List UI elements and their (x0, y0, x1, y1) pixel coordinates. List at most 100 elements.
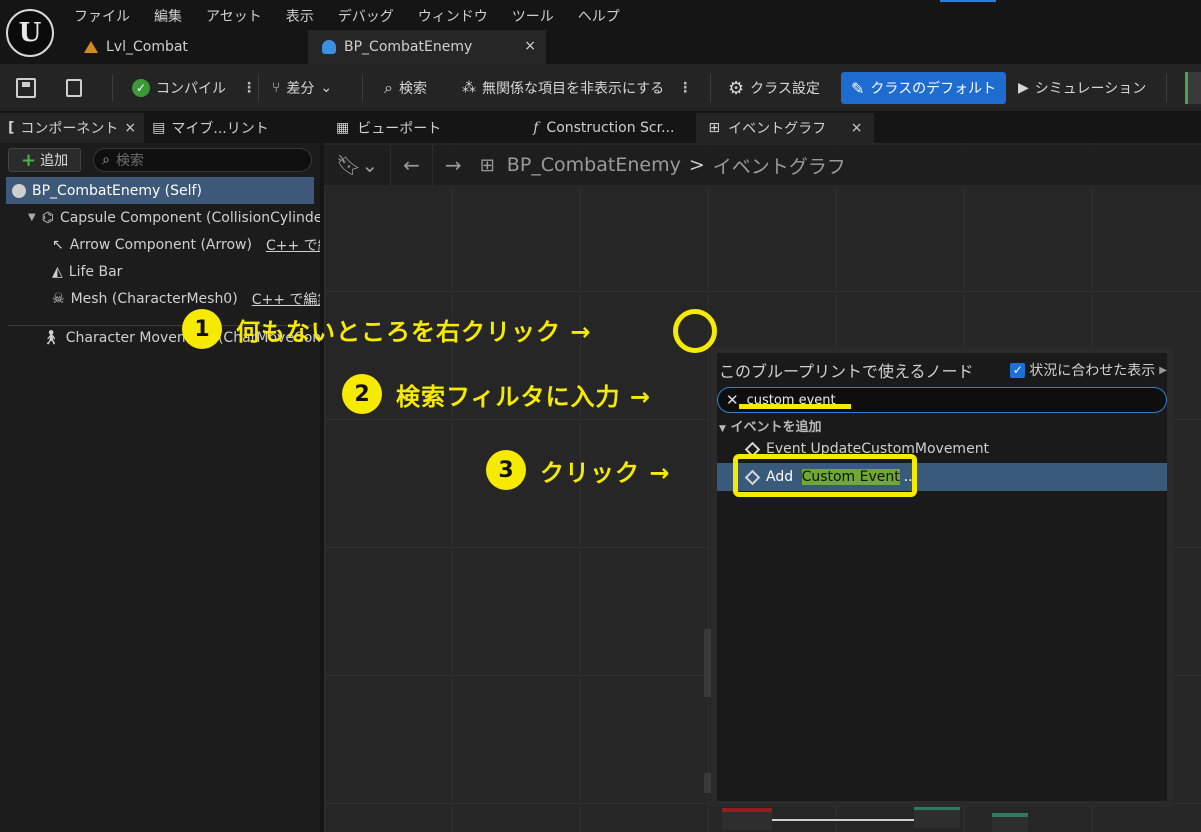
component-tree: BP_CombatEnemy (Self) ▼ ⌬ Capsule Compon… (0, 177, 320, 832)
breadcrumb-blueprint[interactable]: BP_CombatEnemy (503, 154, 685, 176)
edit-in-cpp-link[interactable]: C++ で編集 (252, 289, 320, 309)
unreal-logo[interactable]: U (6, 9, 54, 57)
left-panel: [ コンポーネント × ▤ マイブ...リント + 追加 ⌕ 検索 BP_Com… (0, 113, 320, 832)
close-icon[interactable]: × (524, 38, 536, 54)
tree-item-label: Life Bar (68, 263, 123, 280)
tab-construction-script[interactable]: f Construction Scr... (521, 113, 686, 143)
tree-item-label: Mesh (CharacterMesh0) (70, 290, 238, 307)
tab-event-graph[interactable]: ⊞ イベントグラフ × (696, 113, 875, 143)
tab-viewport-label: ビューポート (357, 121, 442, 137)
menu-tools[interactable]: ツール (500, 2, 566, 28)
menu-file[interactable]: ファイル (62, 2, 142, 28)
toolbar-divider (258, 74, 259, 102)
movement-icon: 🚶︎ (42, 329, 60, 346)
close-icon[interactable]: × (124, 120, 136, 136)
graph-node-fragment[interactable] (914, 806, 960, 828)
tree-item-self[interactable]: BP_CombatEnemy (Self) (6, 177, 314, 204)
menu-help[interactable]: ヘルプ (566, 2, 632, 28)
toolbar-divider (362, 74, 363, 102)
annotation-underline (739, 404, 851, 409)
hide-unrelated-icon: ⁂ (462, 80, 476, 96)
save-icon (16, 78, 36, 98)
action-search-field[interactable]: ✕ (717, 387, 1167, 413)
document-tabs: Lvl_Combat BP_CombatEnemy × (70, 30, 546, 64)
menu-window[interactable]: ウィンドウ (406, 2, 500, 28)
function-icon: f (533, 120, 539, 136)
tree-item-arrow[interactable]: ↖ Arrow Component (Arrow) C++ で編集 (0, 231, 320, 258)
class-defaults-label: クラスのデフォルト (870, 81, 997, 97)
menu-bar: ファイル 編集 アセット 表示 デバッグ ウィンドウ ツール ヘルプ (62, 2, 632, 28)
tab-event-graph-label: イベントグラフ (728, 121, 827, 137)
tree-item-capsule[interactable]: ▼ ⌬ Capsule Component (CollisionCylinder… (0, 204, 320, 231)
context-sensitive-label: 状況に合わせた表示 (1029, 363, 1156, 379)
close-icon[interactable]: × (851, 120, 863, 136)
browse-button[interactable] (66, 72, 82, 104)
class-defaults-button[interactable]: ✎ クラスのデフォルト (841, 72, 1007, 104)
back-button[interactable]: ← (391, 145, 433, 185)
play-button[interactable] (1185, 72, 1201, 104)
collapse-arrow-icon: ▼ (719, 424, 726, 434)
chevron-right-icon: ▶ (1159, 364, 1167, 376)
add-label: 追加 (40, 153, 69, 169)
tree-item-lifebar[interactable]: ◭ Life Bar (0, 258, 320, 285)
graph-node-fragment[interactable] (992, 813, 1028, 832)
arrow-left-icon: ← (403, 153, 420, 177)
tree-item-mesh[interactable]: ☠ Mesh (CharacterMesh0) C++ で編集 (0, 285, 320, 312)
menu-view[interactable]: 表示 (274, 2, 326, 28)
checkbox-icon[interactable]: ✓ (1010, 362, 1026, 378)
graph-navigation-bar: 🔖︎⌄ ← → ⊞ BP_CombatEnemy > イベントグラフ (324, 145, 1201, 185)
tab-my-blueprint-label: マイブ...リント (171, 121, 269, 137)
find-icon: ⌕ (384, 78, 393, 97)
simulation-label: シミュレーション (1034, 81, 1147, 97)
annotation-highlight-box (733, 454, 917, 497)
doc-tab-label: BP_CombatEnemy (344, 39, 473, 55)
action-menu: このブループリントで使えるノード ✓ 状況に合わせた表示 ▶ ✕ ▼ イベントを… (711, 347, 1173, 807)
simulation-button[interactable]: ▶ シミュレーション (1018, 72, 1146, 104)
hide-unrelated-label: 無関係な項目を非表示にする (482, 81, 665, 97)
doc-tab-level[interactable]: Lvl_Combat (70, 30, 308, 64)
forward-button[interactable]: → (433, 145, 474, 185)
menu-debug[interactable]: デバッグ (326, 2, 406, 28)
add-component-button[interactable]: + 追加 (8, 148, 82, 172)
menu-asset[interactable]: アセット (194, 2, 274, 28)
graph-node-fragment[interactable] (722, 808, 772, 830)
compile-icon: ✓ (132, 79, 150, 97)
tab-my-blueprint[interactable]: ▤ マイブ...リント (144, 113, 277, 143)
compile-button[interactable]: ✓ コンパイル ⋮ (132, 72, 256, 104)
diff-label: 差分 (286, 81, 315, 97)
category-label: イベントを追加 (730, 420, 822, 435)
viewport-icon: ▦ (336, 120, 350, 136)
components-icon: [ (8, 120, 15, 136)
find-label: 検索 (398, 81, 427, 97)
bookmark-icon: 🔖︎⌄ (336, 153, 379, 177)
class-settings-button[interactable]: ⚙ クラス設定 (728, 72, 820, 104)
arrow-right-icon: → (444, 153, 462, 177)
find-button[interactable]: ⌕ 検索 (384, 72, 427, 104)
compile-options-icon[interactable]: ⋮ (242, 80, 256, 96)
pencil-icon: ✎ (851, 78, 865, 98)
tree-item-label: BP_CombatEnemy (Self) (32, 182, 202, 199)
hide-unrelated-button[interactable]: ⁂ 無関係な項目を非表示にする ⋮ (462, 72, 692, 104)
edit-in-cpp-link[interactable]: C++ で編集 (266, 235, 320, 255)
tree-item-label: Capsule Component (CollisionCylinder) (59, 209, 320, 226)
diff-button[interactable]: ⑂ 差分 ⌄ (272, 72, 332, 104)
skeletal-mesh-icon: ☠ (52, 290, 65, 307)
clear-icon[interactable]: ✕ (726, 391, 739, 409)
hide-options-icon[interactable]: ⋮ (678, 80, 692, 96)
category-add-event[interactable]: ▼ イベントを追加 (719, 416, 821, 435)
menu-edit[interactable]: 編集 (142, 2, 194, 28)
breadcrumb-graph[interactable]: イベントグラフ (709, 152, 850, 179)
window-accent (940, 0, 996, 2)
bookmark-button[interactable]: 🔖︎⌄ (324, 145, 392, 185)
save-button[interactable] (16, 72, 36, 104)
doc-tab-blueprint[interactable]: BP_CombatEnemy × (308, 30, 546, 64)
component-search-input[interactable]: ⌕ 検索 (93, 148, 312, 172)
tab-components[interactable]: [ コンポーネント × (0, 113, 145, 143)
tab-viewport[interactable]: ▦ ビューポート (324, 113, 453, 143)
actor-icon (12, 183, 26, 198)
doc-tab-label: Lvl_Combat (106, 39, 188, 55)
collapse-arrow-icon[interactable]: ▼ (28, 212, 36, 223)
context-sensitive-toggle[interactable]: ✓ 状況に合わせた表示 ▶ (1010, 360, 1167, 380)
plus-icon: + (21, 149, 37, 171)
wire (772, 819, 914, 821)
